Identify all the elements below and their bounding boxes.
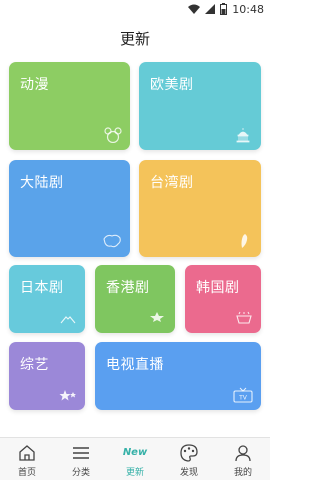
- category-label: 动漫: [20, 77, 49, 93]
- tab-label: 发现: [179, 468, 198, 478]
- category-card-dalu[interactable]: 大陆剧: [9, 160, 130, 257]
- category-card-riben[interactable]: 日本剧: [9, 265, 85, 333]
- mountain-icon: [60, 316, 76, 324]
- status-time: 10:48: [232, 2, 264, 16]
- tab-home[interactable]: 首页: [0, 438, 54, 480]
- bottom-tab-bar: 首页 分类 New 更新 发现 我的: [0, 437, 270, 480]
- palette-icon: [180, 444, 198, 462]
- taiwan-map-icon: [241, 234, 248, 248]
- status-icons: 10:48: [188, 2, 264, 16]
- bauhinia-icon: [150, 312, 164, 322]
- tab-label: 分类: [71, 468, 90, 478]
- category-card-dianshi[interactable]: 电视直播 TV: [95, 342, 261, 410]
- new-badge-icon: New: [122, 443, 148, 463]
- pot-icon: [236, 311, 252, 324]
- page-title: 更新: [119, 29, 150, 48]
- category-card-taiwan[interactable]: 台湾剧: [139, 160, 261, 257]
- category-label: 欧美剧: [150, 77, 194, 93]
- person-icon: [235, 445, 251, 462]
- category-card-dongman[interactable]: 动漫: [9, 62, 130, 150]
- china-map-icon: [103, 234, 121, 248]
- category-label: 日本剧: [20, 280, 64, 296]
- category-card-zongyi[interactable]: 综艺: [9, 342, 85, 410]
- wifi-icon: [188, 4, 201, 14]
- category-label: 大陆剧: [20, 175, 64, 191]
- category-card-oumei[interactable]: 欧美剧: [139, 62, 261, 150]
- svg-text:TV: TV: [238, 395, 248, 402]
- bear-icon: [104, 127, 122, 143]
- header: 更新: [0, 18, 270, 58]
- tab-category[interactable]: 分类: [54, 438, 108, 480]
- category-label: 电视直播: [106, 357, 164, 373]
- list-icon: [73, 447, 89, 459]
- signal-icon: [205, 4, 216, 14]
- tab-label: 更新: [125, 468, 144, 478]
- stars-icon: [59, 390, 76, 401]
- category-label: 香港剧: [106, 280, 150, 296]
- tab-label: 首页: [17, 468, 36, 478]
- category-label: 台湾剧: [150, 175, 194, 191]
- battery-icon: [220, 3, 228, 15]
- category-card-hanguo[interactable]: 韩国剧: [185, 265, 261, 333]
- tab-profile[interactable]: 我的: [216, 438, 270, 480]
- tab-discover[interactable]: 发现: [162, 438, 216, 480]
- home-icon: [19, 445, 35, 461]
- category-card-xianggang[interactable]: 香港剧: [95, 265, 175, 333]
- tab-update[interactable]: New 更新: [108, 438, 162, 480]
- tv-icon: TV: [233, 387, 253, 403]
- status-bar: 10:48: [0, 0, 270, 18]
- tab-label: 我的: [233, 468, 252, 478]
- new-badge: New: [122, 447, 148, 458]
- capitol-icon: [236, 128, 250, 143]
- category-label: 韩国剧: [196, 280, 240, 296]
- category-label: 综艺: [20, 357, 49, 373]
